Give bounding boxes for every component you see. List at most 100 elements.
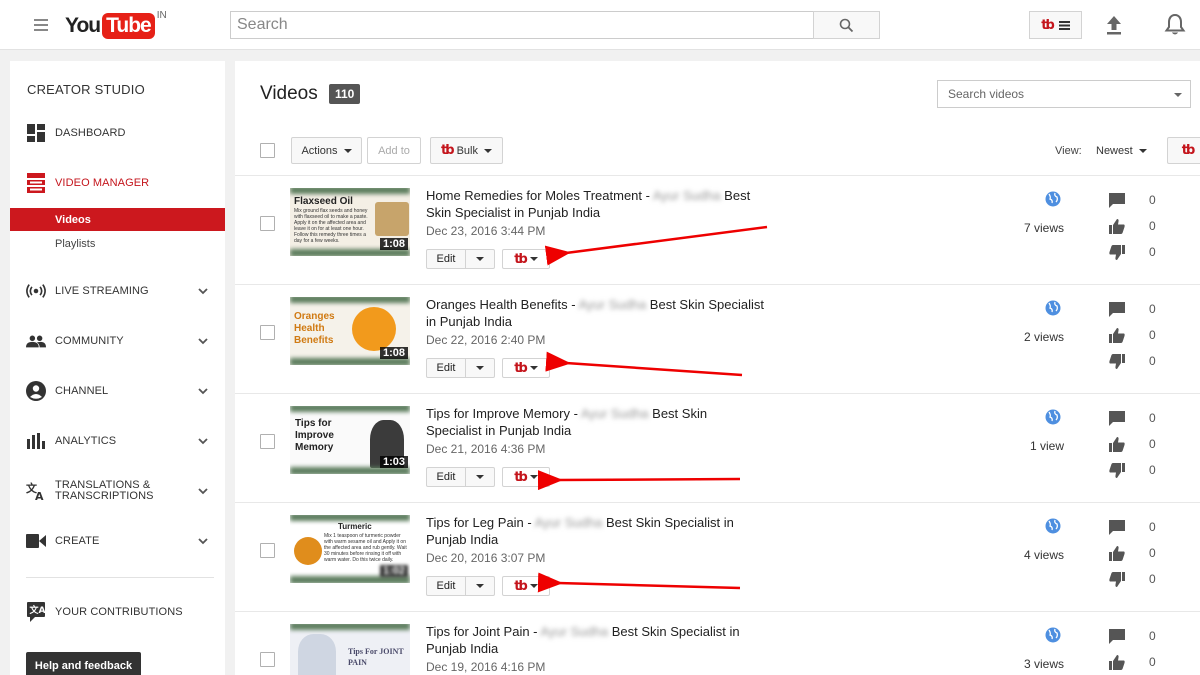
edit-dropdown-button[interactable] (466, 358, 495, 378)
logo-tube-text: Tube (102, 13, 155, 39)
thumbs-up-icon[interactable] (1109, 545, 1125, 561)
likes-count: 0 (1149, 655, 1156, 669)
search-placeholder: Search (237, 16, 288, 33)
chevron-down-icon[interactable] (198, 286, 208, 296)
sidebar-item-translations[interactable]: 文A TRANSLATIONS & TRANSCRIPTIONS (10, 476, 225, 506)
comment-icon[interactable] (1109, 410, 1125, 426)
video-checkbox[interactable] (260, 652, 275, 667)
video-date: Dec 23, 2016 3:44 PM (426, 224, 546, 238)
edit-dropdown-button[interactable] (466, 249, 495, 269)
sidebar-item-live-streaming[interactable]: LIVE STREAMING (10, 276, 225, 306)
sidebar-item-analytics[interactable]: ANALYTICS (10, 426, 225, 456)
tubebuddy-menu-button[interactable]: tb (1029, 11, 1082, 39)
likes-stat: 0 (1109, 327, 1169, 343)
video-title[interactable]: Tips for Joint Pain - Ayur Sudha Best Sk… (426, 623, 766, 657)
bulk-button[interactable]: tb Bulk (430, 137, 503, 164)
edit-button[interactable]: Edit (426, 467, 466, 487)
sort-dropdown[interactable]: Newest (1096, 145, 1147, 157)
actions-button[interactable]: Actions (291, 137, 362, 164)
thumbnail-text: Mix ground flax seeds and honey with fla… (294, 208, 368, 244)
video-title-text: Tips for Improve Memory - (426, 406, 581, 421)
edit-dropdown-button[interactable] (466, 576, 495, 596)
comment-icon[interactable] (1109, 192, 1125, 208)
edit-button-group: Edit (426, 576, 495, 596)
chevron-down-icon (476, 475, 484, 479)
chevron-down-icon[interactable] (198, 486, 208, 496)
video-row: Oranges Health Benefits 1:08 Oranges Hea… (235, 284, 1200, 393)
sidebar-item-your-contributions[interactable]: 文A YOUR CONTRIBUTIONS (10, 597, 225, 627)
video-date: Dec 22, 2016 2:40 PM (426, 333, 546, 347)
thumbs-up-icon[interactable] (1109, 218, 1125, 234)
comments-stat: 0 (1109, 628, 1169, 644)
video-title[interactable]: Tips for Leg Pain - Ayur Sudha Best Skin… (426, 514, 766, 548)
thumbnail-title: Oranges Health Benefits (294, 311, 335, 346)
chevron-down-icon[interactable] (198, 336, 208, 346)
sidebar-item-video-manager[interactable]: VIDEO MANAGER (10, 168, 225, 198)
sidebar-subitem-playlists[interactable]: Playlists (10, 232, 225, 255)
video-checkbox[interactable] (260, 543, 275, 558)
video-title[interactable]: Home Remedies for Moles Treatment - Ayur… (426, 187, 766, 221)
menu-icon[interactable] (34, 19, 48, 31)
tubebuddy-view-button[interactable]: tb (1167, 137, 1200, 164)
edit-button[interactable]: Edit (426, 358, 466, 378)
edit-dropdown-button[interactable] (466, 467, 495, 487)
tubebuddy-row-button[interactable]: tb (502, 358, 550, 378)
sidebar-subitem-videos[interactable]: Videos (10, 208, 225, 231)
chevron-down-icon[interactable] (198, 386, 208, 396)
sidebar-item-create[interactable]: CREATE (10, 526, 225, 556)
tubebuddy-row-button[interactable]: tb (502, 249, 550, 269)
video-checkbox[interactable] (260, 216, 275, 231)
likes-count: 0 (1149, 328, 1156, 342)
video-thumbnail[interactable]: Flaxseed Oil Mix ground flax seeds and h… (290, 188, 410, 256)
tubebuddy-row-button[interactable]: tb (502, 576, 550, 596)
chevron-down-icon[interactable] (198, 536, 208, 546)
video-thumbnail[interactable]: Turmeric Mix 1 teaspoon of turmeric powd… (290, 515, 410, 583)
video-checkbox[interactable] (260, 434, 275, 449)
thumbnail-title: Turmeric (338, 522, 372, 531)
add-to-button[interactable]: Add to (367, 137, 421, 164)
thumbs-down-icon[interactable] (1109, 462, 1125, 478)
tubebuddy-icon: tb (1181, 143, 1195, 158)
sidebar-item-dashboard[interactable]: DASHBOARD (10, 118, 225, 148)
search-input[interactable]: Search (230, 11, 814, 39)
video-title[interactable]: Oranges Health Benefits - Ayur Sudha Bes… (426, 296, 766, 330)
bell-icon[interactable] (1164, 13, 1186, 37)
tubebuddy-row-button[interactable]: tb (502, 467, 550, 487)
comment-icon[interactable] (1109, 519, 1125, 535)
thumbs-up-icon[interactable] (1109, 436, 1125, 452)
select-all-checkbox[interactable] (260, 143, 275, 158)
comments-stat: 0 (1109, 410, 1169, 426)
thumbs-down-icon[interactable] (1109, 244, 1125, 260)
sidebar-item-community[interactable]: COMMUNITY (10, 326, 225, 356)
chevron-down-icon (476, 584, 484, 588)
chevron-down-icon (476, 366, 484, 370)
dislikes-count: 0 (1149, 245, 1156, 259)
globe-icon (1045, 191, 1061, 207)
video-thumbnail[interactable]: Oranges Health Benefits 1:08 (290, 297, 410, 365)
comment-icon[interactable] (1109, 301, 1125, 317)
comments-count: 0 (1149, 411, 1156, 425)
sidebar-item-channel[interactable]: CHANNEL (10, 376, 225, 406)
edit-button[interactable]: Edit (426, 249, 466, 269)
upload-icon[interactable] (1104, 14, 1124, 36)
help-feedback-button[interactable]: Help and feedback (26, 652, 141, 675)
thumbs-down-icon[interactable] (1109, 353, 1125, 369)
search-videos-input[interactable]: Search videos (937, 80, 1191, 108)
search-videos-placeholder: Search videos (948, 87, 1025, 101)
thumbs-down-icon[interactable] (1109, 571, 1125, 587)
search-button[interactable] (813, 11, 880, 39)
comment-icon[interactable] (1109, 628, 1125, 644)
video-checkbox[interactable] (260, 325, 275, 340)
thumbs-up-icon[interactable] (1109, 327, 1125, 343)
thumbs-up-icon[interactable] (1109, 654, 1125, 670)
dislikes-stat: 0 (1109, 353, 1169, 369)
video-thumbnail[interactable]: Tips For JOINT PAIN (290, 624, 410, 675)
chevron-down-icon[interactable] (198, 436, 208, 446)
youtube-logo[interactable]: You Tube IN (65, 10, 167, 40)
video-title[interactable]: Tips for Improve Memory - Ayur Sudha Bes… (426, 405, 766, 439)
video-thumbnail[interactable]: Tips for Improve Memory 1:03 (290, 406, 410, 474)
tubebuddy-icon: tb (514, 251, 527, 267)
chevron-down-icon (529, 584, 538, 588)
dislikes-stat: 0 (1109, 462, 1169, 478)
edit-button[interactable]: Edit (426, 576, 466, 596)
